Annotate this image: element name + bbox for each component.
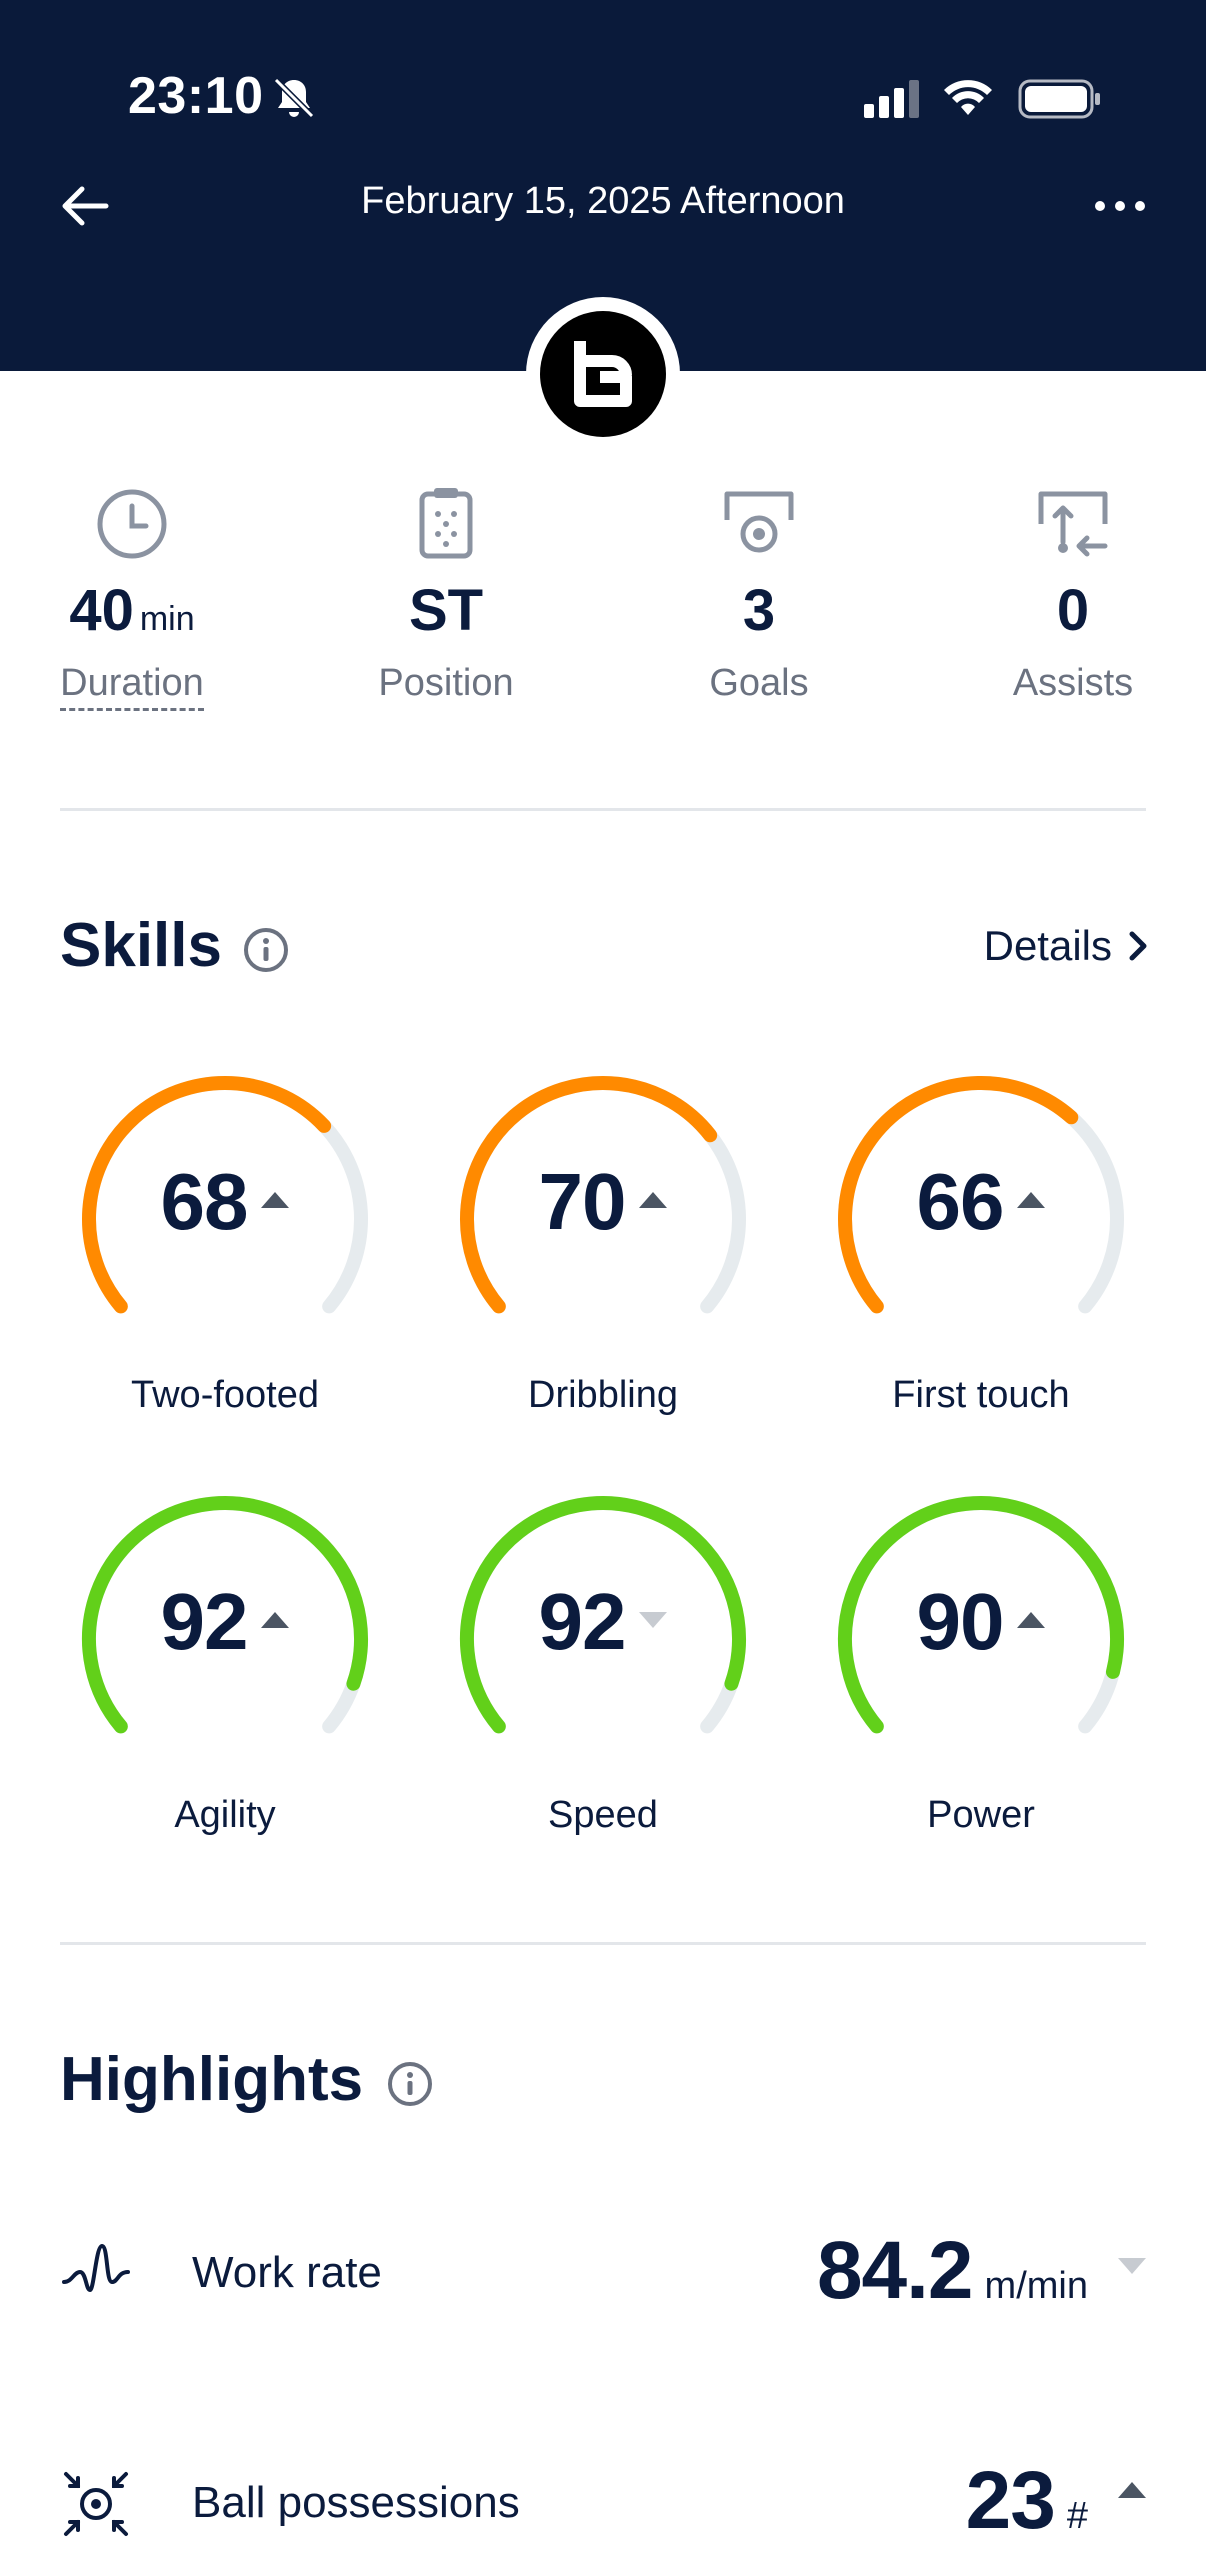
section-divider bbox=[60, 1942, 1146, 1945]
skill-label: Two-footed bbox=[131, 1374, 319, 1416]
highlight-row-work-rate[interactable]: Work rate 84.2 m/min bbox=[60, 2214, 1146, 2334]
skill-value: 70 bbox=[538, 1157, 627, 1246]
skills-details-link[interactable]: Details bbox=[984, 922, 1150, 970]
clock-icon bbox=[97, 489, 167, 559]
bell-muted-icon bbox=[273, 77, 315, 119]
session-title: February 15, 2025 Afternoon bbox=[361, 180, 845, 222]
goal-icon bbox=[724, 491, 794, 553]
trend-up-icon bbox=[261, 1611, 290, 1628]
highlight-value: 84.2 bbox=[816, 2225, 974, 2316]
section-divider bbox=[60, 808, 1146, 811]
trend-up-icon bbox=[639, 1191, 668, 1208]
chevron-right-icon bbox=[1129, 931, 1147, 961]
trend-down-icon bbox=[639, 1611, 668, 1628]
session-detail-screen: 23:10 February 15, 2025 Afternoon 40 min… bbox=[0, 0, 1206, 2571]
ball-possession-icon bbox=[64, 2472, 128, 2536]
highlight-unit: # bbox=[1066, 2495, 1088, 2537]
skills-info-icon[interactable] bbox=[242, 926, 290, 974]
stat-position: ST Position bbox=[316, 484, 576, 705]
skill-value: 90 bbox=[916, 1577, 1005, 1666]
status-time: 23:10 bbox=[128, 67, 264, 125]
skill-label: Agility bbox=[174, 1794, 276, 1836]
stat-goals: 3 Goals bbox=[629, 484, 889, 705]
skill-value: 92 bbox=[538, 1577, 627, 1666]
stat-position-label: Position bbox=[378, 662, 514, 704]
details-label: Details bbox=[983, 922, 1112, 969]
stat-position-value: ST bbox=[408, 578, 484, 643]
logo-glyph-icon bbox=[574, 341, 632, 407]
trend-up-icon bbox=[1017, 1191, 1046, 1208]
skill-label: Speed bbox=[548, 1794, 658, 1836]
wifi-icon bbox=[944, 80, 992, 115]
stat-duration: 40 min Duration bbox=[2, 484, 262, 711]
skill-gauge-speed[interactable]: 92 Speed bbox=[448, 1484, 758, 1836]
brand-logo-mark bbox=[540, 311, 666, 437]
battery-icon bbox=[1018, 79, 1100, 119]
highlight-value: 23 bbox=[965, 2455, 1056, 2546]
skill-value: 92 bbox=[160, 1577, 249, 1666]
stat-assists: 0 Assists bbox=[943, 484, 1203, 705]
skill-gauge-agility[interactable]: 92 Agility bbox=[70, 1484, 380, 1836]
highlight-unit: m/min bbox=[984, 2265, 1088, 2307]
skills-title: Skills bbox=[60, 911, 222, 980]
stat-assists-value: 0 bbox=[1056, 578, 1090, 643]
work-rate-icon bbox=[62, 2244, 130, 2292]
brand-logo bbox=[526, 297, 680, 451]
skill-label: First touch bbox=[892, 1374, 1070, 1416]
stat-goals-label: Goals bbox=[709, 662, 809, 704]
skill-gauge-dribbling[interactable]: 70 Dribbling bbox=[448, 1064, 758, 1416]
skill-value: 66 bbox=[916, 1157, 1005, 1246]
highlight-label: Ball possessions bbox=[192, 2478, 520, 2527]
trend-up-icon bbox=[1017, 1611, 1046, 1628]
skill-gauge-power[interactable]: 90 Power bbox=[826, 1484, 1136, 1836]
trend-down-icon bbox=[1118, 2258, 1146, 2274]
highlight-row-ball-possessions[interactable]: Ball possessions 23 # bbox=[60, 2444, 1146, 2564]
highlights-title: Highlights bbox=[60, 2045, 364, 2114]
more-options-button[interactable] bbox=[1090, 186, 1150, 226]
skill-value: 68 bbox=[160, 1157, 249, 1246]
stat-duration-value: 40 bbox=[69, 578, 134, 643]
trend-up-icon bbox=[1118, 2482, 1146, 2498]
highlights-info-icon[interactable] bbox=[386, 2060, 434, 2108]
stat-assists-label: Assists bbox=[1012, 662, 1134, 704]
trend-up-icon bbox=[261, 1191, 290, 1208]
skill-label: Power bbox=[927, 1794, 1035, 1836]
stat-duration-label[interactable]: Duration bbox=[60, 662, 204, 711]
skill-gauge-two-footed[interactable]: 68 Two-footed bbox=[70, 1064, 380, 1416]
skill-gauge-first-touch[interactable]: 66 First touch bbox=[826, 1064, 1136, 1416]
clipboard-icon bbox=[419, 488, 473, 559]
stat-goals-value: 3 bbox=[742, 578, 776, 643]
assist-icon bbox=[1038, 491, 1108, 557]
stat-duration-unit: min bbox=[139, 600, 195, 638]
skill-label: Dribbling bbox=[528, 1374, 678, 1416]
highlight-label: Work rate bbox=[192, 2248, 382, 2297]
cellular-signal-icon bbox=[864, 80, 919, 118]
